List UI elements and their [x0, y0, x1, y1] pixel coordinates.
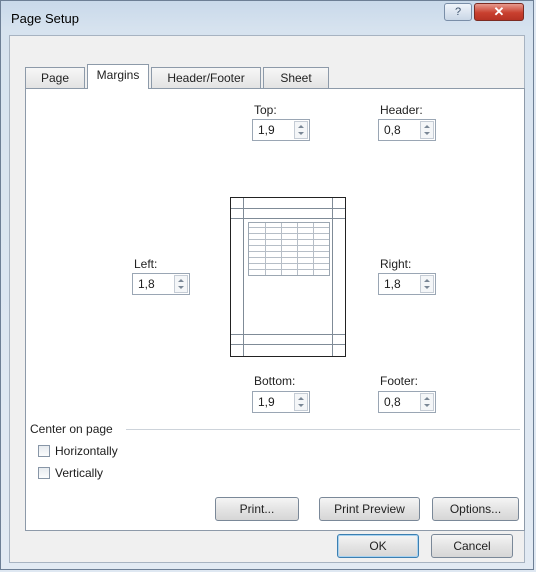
- horizontally-checkbox[interactable]: [38, 445, 50, 457]
- top-spin-arrows[interactable]: [294, 121, 308, 139]
- spin-up-icon: [178, 279, 184, 282]
- print-preview-button[interactable]: Print Preview: [319, 497, 420, 521]
- preview-column: [297, 223, 298, 275]
- spin-down-icon: [424, 286, 430, 289]
- spin-down-icon: [424, 404, 430, 407]
- page-setup-dialog: Page Setup ? ✕ Page Margins Header/Foote…: [0, 0, 534, 570]
- close-icon: ✕: [493, 4, 505, 19]
- right-spin-arrows[interactable]: [420, 275, 434, 293]
- help-button[interactable]: ?: [444, 3, 472, 21]
- tab-page[interactable]: Page: [25, 67, 85, 88]
- right-margin-spinner[interactable]: 1,8: [378, 273, 436, 295]
- spin-down-icon: [298, 132, 304, 135]
- top-margin-value: 1,9: [258, 123, 275, 137]
- bottom-margin-value: 1,9: [258, 395, 275, 409]
- spin-up-icon: [298, 125, 304, 128]
- left-label: Left:: [134, 257, 158, 271]
- top-margin-spinner[interactable]: 1,9: [252, 119, 310, 141]
- margins-panel: Top: 1,9 Header: 0,8 Left: 1,8 Right: 1,…: [25, 88, 525, 531]
- preview-column: [313, 223, 314, 275]
- left-spin-arrows[interactable]: [174, 275, 188, 293]
- header-margin-value: 0,8: [384, 123, 401, 137]
- top-label: Top:: [254, 103, 277, 117]
- spin-down-icon: [178, 286, 184, 289]
- top-margin-line: [231, 218, 345, 219]
- tab-header-footer[interactable]: Header/Footer: [151, 67, 261, 88]
- header-margin-line: [231, 208, 345, 209]
- dialog-body: Page Margins Header/Footer Sheet Top: 1,…: [9, 35, 525, 563]
- help-icon: ?: [454, 6, 462, 18]
- footer-label: Footer:: [380, 374, 419, 388]
- bottom-margin-line: [231, 334, 345, 335]
- footer-margin-line: [231, 344, 345, 345]
- bottom-label: Bottom:: [254, 374, 296, 388]
- header-margin-spinner[interactable]: 0,8: [378, 119, 436, 141]
- options-button[interactable]: Options...: [432, 497, 519, 521]
- dialog-title: Page Setup: [11, 11, 79, 26]
- preview-column: [281, 223, 282, 275]
- close-button[interactable]: ✕: [474, 3, 524, 21]
- title-bar: Page Setup ? ✕: [1, 1, 533, 35]
- left-margin-value: 1,8: [138, 277, 155, 291]
- footer-spin-arrows[interactable]: [420, 393, 434, 411]
- bottom-margin-spinner[interactable]: 1,9: [252, 391, 310, 413]
- right-margin-line: [332, 198, 333, 356]
- right-margin-value: 1,8: [384, 277, 401, 291]
- spin-up-icon: [424, 279, 430, 282]
- vertically-label: Vertically: [55, 466, 104, 480]
- print-button[interactable]: Print...: [215, 497, 299, 521]
- ok-button[interactable]: OK: [337, 534, 419, 558]
- preview-cells: [248, 222, 330, 276]
- header-spin-arrows[interactable]: [420, 121, 434, 139]
- spin-up-icon: [424, 397, 430, 400]
- page-preview: [230, 197, 346, 357]
- group-separator: [126, 429, 520, 430]
- footer-margin-value: 0,8: [384, 395, 401, 409]
- cancel-button[interactable]: Cancel: [431, 534, 513, 558]
- horizontally-label: Horizontally: [55, 444, 118, 458]
- bottom-spin-arrows[interactable]: [294, 393, 308, 411]
- footer-margin-spinner[interactable]: 0,8: [378, 391, 436, 413]
- center-on-page-label: Center on page: [30, 422, 113, 436]
- left-margin-spinner[interactable]: 1,8: [132, 273, 190, 295]
- left-margin-line: [243, 198, 244, 356]
- spin-up-icon: [298, 397, 304, 400]
- spin-up-icon: [424, 125, 430, 128]
- tab-margins[interactable]: Margins: [87, 64, 149, 89]
- spin-down-icon: [298, 404, 304, 407]
- vertically-checkbox[interactable]: [38, 467, 50, 479]
- header-label: Header:: [380, 103, 423, 117]
- tab-sheet[interactable]: Sheet: [263, 67, 329, 88]
- right-label: Right:: [380, 257, 412, 271]
- preview-column: [265, 223, 266, 275]
- spin-down-icon: [424, 132, 430, 135]
